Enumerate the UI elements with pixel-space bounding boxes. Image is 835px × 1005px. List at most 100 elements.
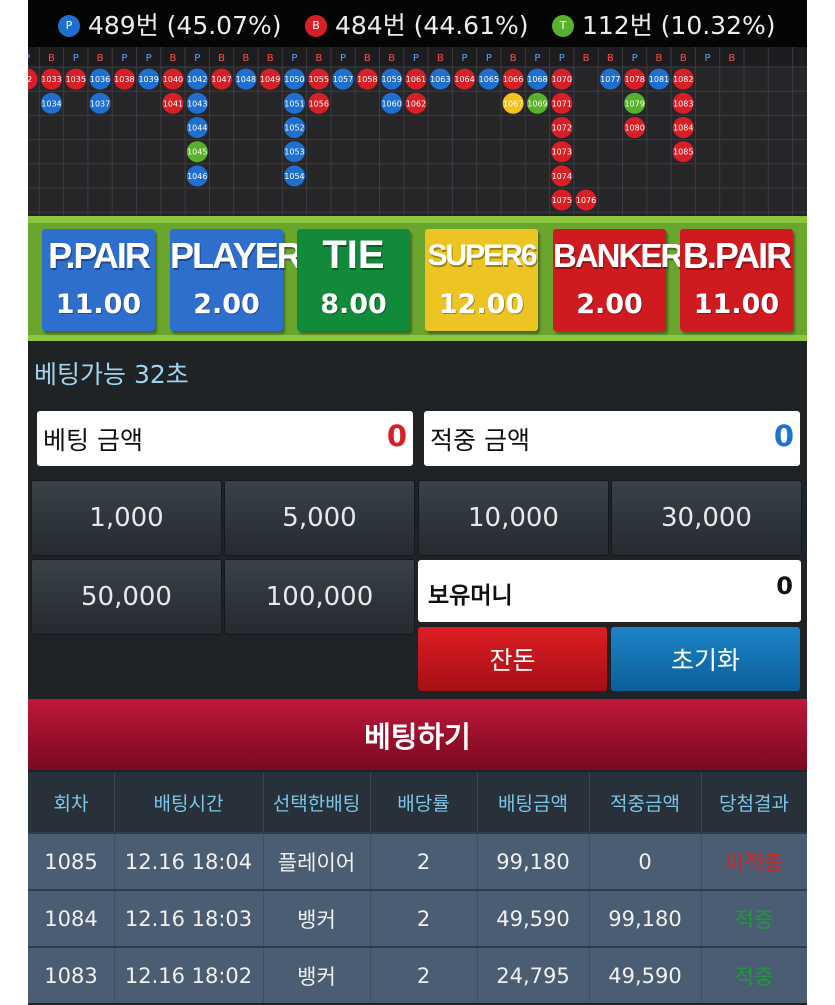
road-result-number: 1071 [552, 99, 572, 108]
road-result-number: 1064 [454, 75, 474, 84]
road-header-letter: P [340, 53, 346, 64]
chip-50000-button[interactable]: 50,000 [31, 559, 222, 635]
player-bet-button[interactable]: PLAYER 2.00 [170, 229, 303, 331]
road-result-number: 1065 [479, 75, 499, 84]
col-selected-bet: 선택한배팅 [263, 772, 371, 832]
road-result-number: 1079 [624, 99, 644, 108]
road-result-number: 1042 [187, 75, 207, 84]
ppair-odds: 11.00 [55, 289, 142, 320]
tie-label: TIE [322, 233, 385, 277]
chip-100000-button[interactable]: 100,000 [224, 559, 415, 635]
cell-odds: 2 [370, 891, 478, 946]
road-result-number: 1058 [357, 75, 377, 84]
road-result-number: 1045 [187, 148, 207, 157]
road-result-number: 1057 [333, 75, 353, 84]
ppair-label: P.PAIR [48, 235, 151, 276]
road-result-number: 1074 [552, 172, 572, 181]
bet-amount-field: 베팅 금액 0 [37, 411, 413, 466]
bet-history-table: 회차 배팅시간 선택한배팅 배당률 배팅금액 적중금액 당첨결과 1085 12… [28, 772, 807, 1005]
road-result-number: 1038 [114, 75, 134, 84]
tie-stat-text: 112번 (10.32%) [582, 10, 776, 40]
road-result-number: 1060 [381, 99, 401, 108]
cell-bet-time: 12.16 18:02 [114, 948, 264, 1003]
road-header-letter: B [656, 53, 663, 64]
road-result-number: 1072 [552, 124, 572, 133]
table-row: 1084 12.16 18:03 뱅커 2 49,590 99,180 적중 [28, 889, 807, 946]
ppair-bet-button[interactable]: P.PAIR 11.00 [42, 229, 155, 331]
cell-selected-bet: 뱅커 [263, 891, 371, 946]
cell-result: 적중 [734, 907, 774, 932]
road-header-letter: B [510, 53, 517, 64]
road-header-letter: B [364, 53, 371, 64]
road-header-letter: B [728, 53, 735, 64]
super6-odds: 12.00 [438, 289, 525, 320]
road-result-number: 1048 [236, 75, 256, 84]
cell-win-amount: 49,590 [589, 948, 702, 1003]
tie-bet-button[interactable]: TIE 8.00 [297, 229, 410, 331]
super6-bet-button[interactable]: SUPER6 12.00 [425, 229, 538, 331]
road-result-number: 1066 [503, 75, 523, 84]
chip-5000-button[interactable]: 5,000 [224, 480, 415, 556]
road-header-letter: P [534, 53, 540, 64]
player-dot-icon: P [58, 14, 80, 37]
road-result-number: 1082 [673, 75, 693, 84]
table-row: 1083 12.16 18:02 뱅커 2 24,795 49,590 적중 [28, 946, 807, 1003]
cell-round: 1084 [28, 891, 115, 946]
chip-10000-button[interactable]: 10,000 [418, 480, 609, 556]
road-result-number: 1056 [309, 99, 329, 108]
road-result-number: 1062 [406, 99, 426, 108]
road-grid: P B P B P P B P B B B P B P B B P B P P B P P B B P B B P B 32 1033 1034… [28, 47, 807, 215]
road-header-letter: B [388, 53, 395, 64]
cell-result: 미적중 [725, 850, 783, 875]
bpair-label: B.PAIR [682, 235, 792, 276]
reset-button[interactable]: 초기화 [611, 627, 800, 691]
banker-label: BANKER [553, 237, 684, 274]
col-bet-amount: 배팅금액 [477, 772, 590, 832]
road-result-number: 1080 [624, 124, 644, 133]
road-header-letter: B [97, 53, 104, 64]
cell-result: 적중 [734, 964, 774, 989]
cell-win-amount: 99,180 [589, 891, 702, 946]
banker-stat-text: 484번 (44.61%) [335, 10, 529, 40]
betting-timer: 베팅가능 32초 [34, 360, 189, 389]
road-result-number: 1078 [624, 75, 644, 84]
road-header-letter: P [632, 53, 638, 64]
place-bet-button[interactable]: 베팅하기 [28, 699, 807, 770]
player-label: PLAYER [170, 235, 303, 276]
betting-panel: 베팅가능 32초 베팅 금액 0 적중 금액 0 1,000 5,000 10,… [28, 341, 807, 698]
chip-1000-button[interactable]: 1,000 [31, 480, 222, 556]
cell-win-amount: 0 [589, 834, 702, 889]
player-stat-text: 489번 (45.07%) [88, 10, 282, 40]
road-header-letter: B [680, 53, 687, 64]
chip-30000-button[interactable]: 30,000 [611, 480, 802, 556]
road-result-number: 1044 [187, 124, 207, 133]
road-result-number: 1084 [673, 124, 693, 133]
road-result-number: 1055 [309, 75, 329, 84]
road-result-number: 1083 [673, 99, 693, 108]
player-odds: 2.00 [193, 289, 260, 320]
banker-stat: B 484번 (44.61%) [305, 0, 529, 47]
road-header-letter: B [242, 53, 249, 64]
banker-bet-button[interactable]: BANKER 2.00 [553, 229, 684, 331]
change-button[interactable]: 잔돈 [418, 627, 607, 691]
road-result-number: 1049 [260, 75, 280, 84]
bet-amount-label: 베팅 금액 [43, 426, 143, 455]
road-header-letter: B [315, 53, 322, 64]
road-result-number: 1034 [41, 99, 61, 108]
bpair-bet-button[interactable]: B.PAIR 11.00 [680, 229, 793, 331]
road-result-number: 1039 [138, 75, 158, 84]
road-board: P B P B P P B P B B B P B P B B P B P P B P P B B P B B P B 32 1033 1034… [28, 47, 807, 215]
win-amount-value: 0 [773, 419, 794, 453]
road-result-number: 1052 [284, 124, 304, 133]
bpair-odds: 11.00 [693, 289, 780, 320]
col-round: 회차 [28, 772, 115, 832]
road-result-number: 1046 [187, 172, 207, 181]
cell-bet-amount: 49,590 [477, 891, 590, 946]
road-header-letter: B [583, 53, 590, 64]
player-stat: P 489번 (45.07%) [58, 0, 282, 47]
col-result: 당첨결과 [719, 792, 789, 815]
road-result-number: 1067 [503, 99, 523, 108]
road-result-number: 1061 [406, 75, 426, 84]
road-header-letter: P [28, 53, 30, 64]
balance-label: 보유머니 [428, 583, 513, 609]
